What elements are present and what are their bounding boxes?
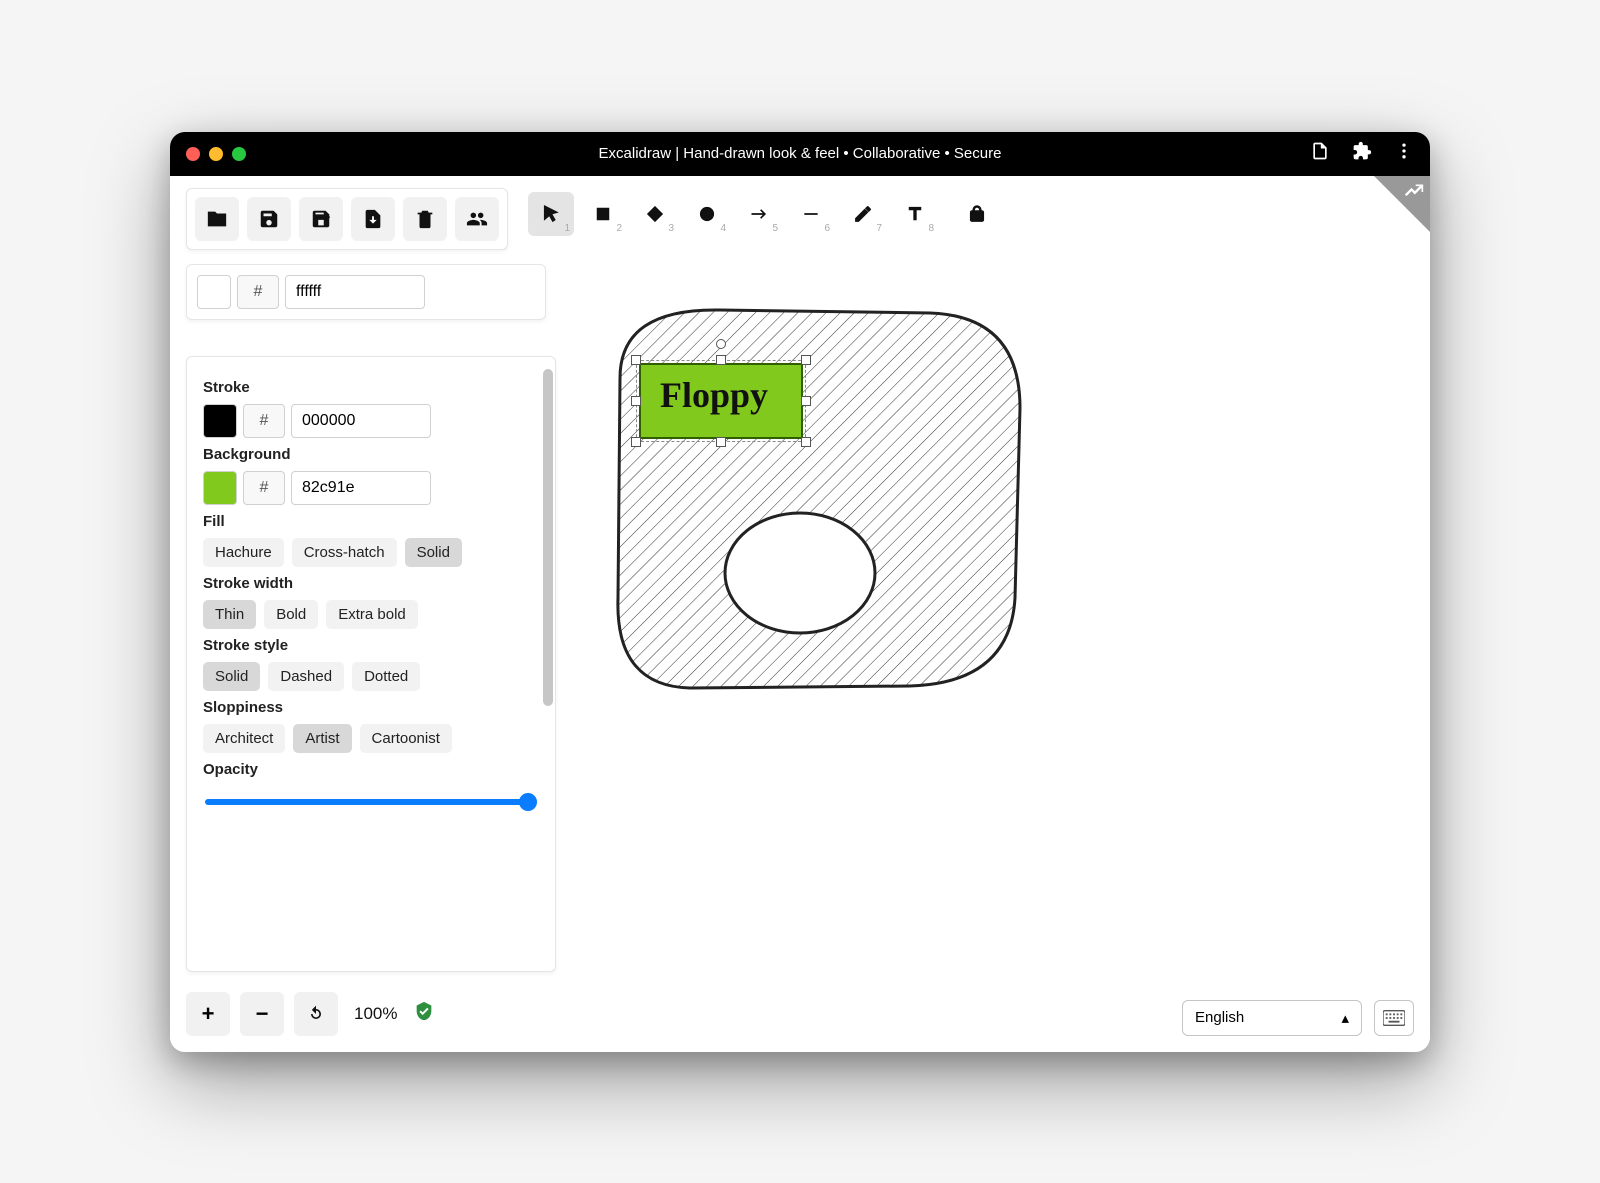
window-close[interactable]	[186, 147, 200, 161]
tool-arrow[interactable]: 5	[736, 192, 782, 236]
fill-solid[interactable]: Solid	[405, 538, 462, 567]
resize-handle-n[interactable]	[716, 355, 726, 365]
corner-badge[interactable]	[1374, 176, 1430, 232]
resize-handle-ne[interactable]	[801, 355, 811, 365]
canvas[interactable]: Floppy	[570, 248, 1430, 982]
app-window: Excalidraw | Hand-drawn look & feel • Co…	[170, 132, 1430, 1052]
window-title: Excalidraw | Hand-drawn look & feel • Co…	[170, 145, 1430, 162]
app-body: 1 2 3 4 5	[170, 176, 1430, 1052]
window-maximize[interactable]	[232, 147, 246, 161]
zoom-out-button[interactable]: −	[240, 992, 284, 1036]
hash-label: #	[237, 275, 279, 309]
tool-line[interactable]: 6	[788, 192, 834, 236]
stroke-width-options: Thin Bold Extra bold	[203, 600, 539, 629]
fill-crosshatch[interactable]: Cross-hatch	[292, 538, 397, 567]
resize-handle-s[interactable]	[716, 437, 726, 447]
label-stroke-style: Stroke style	[203, 637, 539, 654]
file-icon[interactable]	[1310, 141, 1330, 166]
sloppiness-options: Architect Artist Cartoonist	[203, 724, 539, 753]
hash-label: #	[243, 404, 285, 438]
more-icon[interactable]	[1394, 141, 1414, 166]
fill-hachure[interactable]: Hachure	[203, 538, 284, 567]
resize-handle-e[interactable]	[801, 396, 811, 406]
label-stroke: Stroke	[203, 379, 539, 396]
delete-button[interactable]	[403, 197, 447, 241]
drawn-shape[interactable]	[600, 298, 1030, 698]
resize-handle-nw[interactable]	[631, 355, 641, 365]
hash-label: #	[243, 471, 285, 505]
traffic-lights	[186, 147, 246, 161]
width-thin[interactable]: Thin	[203, 600, 256, 629]
slop-artist[interactable]: Artist	[293, 724, 351, 753]
language-value: English	[1195, 1009, 1244, 1026]
background-swatch[interactable]	[203, 471, 237, 505]
opacity-slider[interactable]	[205, 799, 537, 805]
stroke-swatch[interactable]	[203, 404, 237, 438]
label-stroke-width: Stroke width	[203, 575, 539, 592]
label-background: Background	[203, 446, 539, 463]
stroke-color-input[interactable]	[291, 404, 431, 438]
style-dashed[interactable]: Dashed	[268, 662, 344, 691]
chevron-up-icon: ▴	[1341, 1009, 1349, 1027]
tool-ellipse[interactable]: 4	[684, 192, 730, 236]
zoom-reset-button[interactable]	[294, 992, 338, 1036]
collaborate-button[interactable]	[455, 197, 499, 241]
export-button[interactable]	[351, 197, 395, 241]
slop-cartoonist[interactable]: Cartoonist	[360, 724, 452, 753]
keyboard-shortcuts-button[interactable]	[1374, 1000, 1414, 1036]
title-bar: Excalidraw | Hand-drawn look & feel • Co…	[170, 132, 1430, 176]
canvas-bg-panel: #	[186, 264, 546, 320]
resize-handle-se[interactable]	[801, 437, 811, 447]
background-color-input[interactable]	[291, 471, 431, 505]
width-bold[interactable]: Bold	[264, 600, 318, 629]
tool-diamond[interactable]: 3	[632, 192, 678, 236]
shape-toolbar: 1 2 3 4 5	[524, 188, 1000, 236]
rotate-handle[interactable]	[716, 339, 726, 349]
tool-text[interactable]: 8	[892, 192, 938, 236]
window-minimize[interactable]	[209, 147, 223, 161]
file-toolbar	[186, 188, 508, 250]
tool-rectangle[interactable]: 2	[580, 192, 626, 236]
fill-options: Hachure Cross-hatch Solid	[203, 538, 539, 567]
label-fill: Fill	[203, 513, 539, 530]
tool-draw[interactable]: 7	[840, 192, 886, 236]
style-dotted[interactable]: Dotted	[352, 662, 420, 691]
resize-handle-sw[interactable]	[631, 437, 641, 447]
resize-handle-w[interactable]	[631, 396, 641, 406]
save-button[interactable]	[247, 197, 291, 241]
properties-panel: Stroke # Background # Fill Hachure Cross…	[186, 356, 556, 972]
slop-architect[interactable]: Architect	[203, 724, 285, 753]
save-as-button[interactable]	[299, 197, 343, 241]
extension-icon[interactable]	[1352, 141, 1372, 166]
canvas-bg-swatch[interactable]	[197, 275, 231, 309]
lock-button[interactable]	[954, 192, 1000, 236]
canvas-bg-input[interactable]	[285, 275, 425, 309]
width-extra-bold[interactable]: Extra bold	[326, 600, 418, 629]
label-opacity: Opacity	[203, 761, 539, 778]
zoom-in-button[interactable]: +	[186, 992, 230, 1036]
secure-shield-icon	[413, 1000, 435, 1027]
footer-right: English ▴	[1182, 1000, 1414, 1036]
stroke-style-options: Solid Dashed Dotted	[203, 662, 539, 691]
tool-select[interactable]: 1	[528, 192, 574, 236]
style-solid[interactable]: Solid	[203, 662, 260, 691]
footer-left: + − 100%	[186, 992, 435, 1036]
zoom-value: 100%	[348, 1004, 403, 1024]
language-select[interactable]: English ▴	[1182, 1000, 1362, 1036]
label-sloppiness: Sloppiness	[203, 699, 539, 716]
open-button[interactable]	[195, 197, 239, 241]
selection-bounds[interactable]	[636, 360, 806, 442]
